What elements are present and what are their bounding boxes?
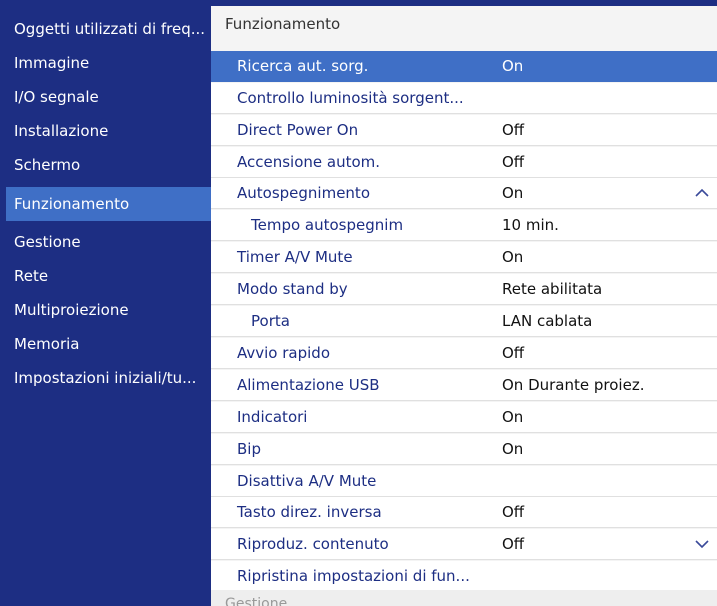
row-label: Disattiva A/V Mute xyxy=(237,472,377,490)
row-value: Off xyxy=(502,121,525,139)
row-label: Modo stand by xyxy=(237,280,348,298)
row-value: On xyxy=(502,408,524,426)
settings-row[interactable]: Accensione autom. Off xyxy=(211,147,717,178)
sidebar-item-rete[interactable]: Rete xyxy=(6,259,211,293)
settings-row[interactable]: Controllo luminosità sorgent... xyxy=(211,83,717,114)
row-value: LAN cablata xyxy=(502,312,593,330)
row-label: Riproduz. contenuto xyxy=(237,535,389,553)
settings-row[interactable]: Bip On xyxy=(211,434,717,465)
sidebar-item-oggetti[interactable]: Oggetti utilizzati di freq... xyxy=(6,12,211,46)
category-sidebar: Oggetti utilizzati di freq... Immagine I… xyxy=(6,6,211,606)
settings-row[interactable]: Ricerca aut. sorg. On xyxy=(211,51,717,82)
sidebar-item-io-segnale[interactable]: I/O segnale xyxy=(6,80,211,114)
settings-row[interactable]: Autospegnimento On xyxy=(211,178,717,209)
chevron-down-icon[interactable] xyxy=(695,537,709,551)
sidebar-item-memoria[interactable]: Memoria xyxy=(6,327,211,361)
row-value: Off xyxy=(502,503,525,521)
row-label: Autospegnimento xyxy=(237,184,370,202)
row-value: On xyxy=(502,184,524,202)
sidebar-item-gestione[interactable]: Gestione xyxy=(6,225,211,259)
settings-row[interactable]: Tasto direz. inversa Off xyxy=(211,497,717,528)
row-value: On xyxy=(502,248,524,266)
settings-row[interactable]: Alimentazione USB On Durante proiez. xyxy=(211,370,717,401)
sidebar-item-immagine[interactable]: Immagine xyxy=(6,46,211,80)
next-section-peek: Gestione xyxy=(211,590,717,606)
row-value: On xyxy=(502,440,524,458)
settings-row[interactable]: Indicatori On xyxy=(211,402,717,433)
settings-row[interactable]: Ripristina impostazioni di fun... xyxy=(211,561,717,592)
row-label: Accensione autom. xyxy=(237,153,381,171)
row-label: Timer A/V Mute xyxy=(237,248,353,266)
row-label: Ripristina impostazioni di fun... xyxy=(237,567,470,585)
row-value: Off xyxy=(502,344,525,362)
settings-row[interactable]: Porta LAN cablata xyxy=(211,306,717,337)
row-label: Controllo luminosità sorgent... xyxy=(237,89,464,107)
row-label: Indicatori xyxy=(237,408,308,426)
chevron-up-icon[interactable] xyxy=(695,186,709,200)
row-value: On Durante proiez. xyxy=(502,376,645,394)
row-label: Tempo autospegnim xyxy=(251,216,404,234)
row-value: 10 min. xyxy=(502,216,559,234)
settings-panel: Funzionamento Ricerca aut. sorg. On Cont… xyxy=(211,6,717,606)
row-value: On xyxy=(502,57,524,75)
panel-title: Funzionamento xyxy=(211,6,717,42)
row-label: Direct Power On xyxy=(237,121,359,139)
row-label: Porta xyxy=(251,312,290,330)
settings-row[interactable]: Direct Power On Off xyxy=(211,115,717,146)
row-value: Off xyxy=(502,153,525,171)
row-label: Avvio rapido xyxy=(237,344,330,362)
sidebar-item-impostazioni-iniziali[interactable]: Impostazioni iniziali/tu... xyxy=(6,361,211,395)
settings-row[interactable]: Timer A/V Mute On xyxy=(211,242,717,273)
row-value: Rete abilitata xyxy=(502,280,603,298)
next-section-label: Gestione xyxy=(225,596,288,606)
row-label: Alimentazione USB xyxy=(237,376,380,394)
menu-window: Oggetti utilizzati di freq... Immagine I… xyxy=(0,0,717,606)
sidebar-item-installazione[interactable]: Installazione xyxy=(6,114,211,148)
sidebar-item-funzionamento[interactable]: Funzionamento xyxy=(6,187,211,221)
row-label: Ricerca aut. sorg. xyxy=(237,57,369,75)
row-label: Tasto direz. inversa xyxy=(237,503,382,521)
settings-row[interactable]: Avvio rapido Off xyxy=(211,338,717,369)
row-label: Bip xyxy=(237,440,261,458)
settings-row[interactable]: Riproduz. contenuto Off xyxy=(211,529,717,560)
sidebar-item-schermo[interactable]: Schermo xyxy=(6,148,211,182)
settings-row[interactable]: Disattiva A/V Mute xyxy=(211,466,717,497)
settings-row[interactable]: Modo stand by Rete abilitata xyxy=(211,274,717,305)
row-value: Off xyxy=(502,535,525,553)
sidebar-item-multiproiezione[interactable]: Multiproiezione xyxy=(6,293,211,327)
settings-row[interactable]: Tempo autospegnim 10 min. xyxy=(211,210,717,241)
